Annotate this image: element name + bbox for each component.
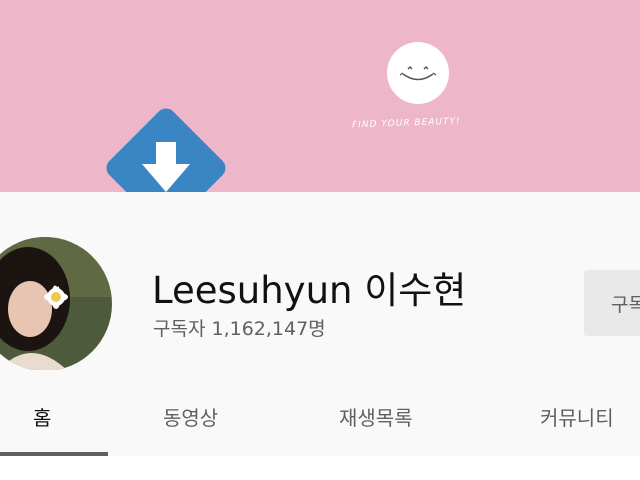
tab-playlists[interactable]: 재생목록 bbox=[339, 402, 413, 431]
tab-home[interactable]: 홈 bbox=[33, 402, 51, 431]
page-content-area bbox=[0, 456, 640, 480]
channel-name: Leesuhyun 이수현 bbox=[152, 269, 467, 312]
smiley-face-icon bbox=[387, 42, 449, 104]
channel-banner bbox=[0, 0, 640, 192]
tab-community[interactable]: 커뮤니티 bbox=[540, 402, 614, 431]
tab-videos[interactable]: 동영상 bbox=[163, 402, 218, 431]
subscriber-count: 구독자 1,162,147명 bbox=[153, 318, 326, 340]
subscribe-button[interactable]: 구독 bbox=[584, 270, 640, 336]
